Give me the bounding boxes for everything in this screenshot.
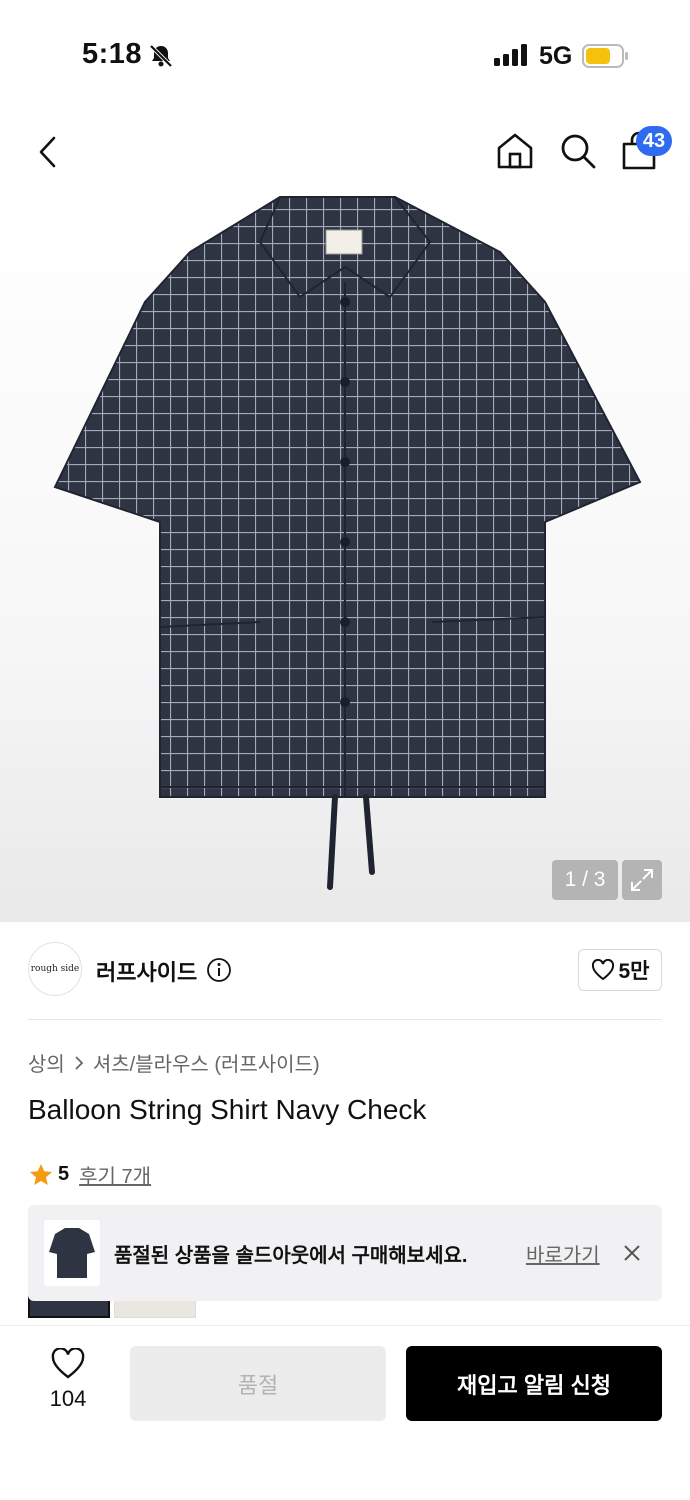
soldout-banner-link[interactable]: 바로가기 bbox=[526, 1239, 600, 1268]
chevron-left-icon bbox=[39, 136, 56, 168]
product-title: Balloon String Shirt Navy Check bbox=[28, 1094, 427, 1125]
bell-muted-icon bbox=[149, 44, 173, 68]
product-image bbox=[53, 196, 642, 890]
signal-icon bbox=[494, 44, 527, 66]
status-time: 5:18 bbox=[82, 38, 143, 70]
restock-alert-button[interactable]: 재입고 알림 신청 bbox=[406, 1346, 662, 1421]
chevron-right-icon bbox=[75, 1055, 84, 1070]
nav-bar bbox=[0, 112, 690, 192]
expand-button[interactable] bbox=[622, 860, 662, 900]
brand-like-button[interactable]: 5만 bbox=[578, 949, 662, 991]
cart-count-badge: 43 bbox=[636, 126, 672, 156]
brand-like-count: 5만 bbox=[618, 960, 650, 983]
heart-icon bbox=[591, 959, 614, 981]
battery-icon bbox=[582, 44, 628, 68]
product-image-carousel[interactable]: 1 / 3 bbox=[0, 192, 690, 922]
rating-score: 5 bbox=[58, 1163, 70, 1185]
home-icon bbox=[497, 133, 533, 169]
brand-logo[interactable]: rough side bbox=[28, 942, 82, 996]
rating-row: 5 후기 7개 bbox=[28, 1160, 151, 1189]
wishlist-button[interactable]: 104 bbox=[40, 1348, 96, 1418]
soldout-button: 품절 bbox=[130, 1346, 386, 1421]
breadcrumb-category[interactable]: 상의 bbox=[28, 1048, 65, 1077]
status-bar: 5:18 5G bbox=[0, 0, 690, 112]
bottom-action-bar: 104 품절 재입고 알림 신청 bbox=[0, 1325, 690, 1500]
star-icon bbox=[30, 1163, 52, 1185]
banner-product-thumbnail bbox=[44, 1220, 100, 1286]
soldout-banner-message: 품절된 상품을 솔드아웃에서 구매해보세요. bbox=[114, 1245, 468, 1267]
heart-icon bbox=[51, 1348, 85, 1379]
brand-logo-text: rough side bbox=[30, 964, 80, 974]
soldout-banner: 품절된 상품을 솔드아웃에서 구매해보세요. 바로가기 bbox=[28, 1205, 662, 1301]
reviews-link[interactable]: 후기 7개 bbox=[79, 1160, 151, 1189]
image-pager: 1 / 3 bbox=[552, 860, 618, 900]
expand-icon bbox=[631, 869, 653, 891]
brand-name[interactable]: 러프사이드 bbox=[96, 955, 197, 987]
back-button[interactable] bbox=[28, 130, 68, 174]
search-icon bbox=[561, 134, 596, 169]
close-icon[interactable] bbox=[620, 1241, 644, 1265]
home-button[interactable] bbox=[492, 128, 538, 174]
breadcrumb: 상의 셔츠/블라우스 (러프사이드) bbox=[28, 1048, 320, 1077]
search-button[interactable] bbox=[555, 128, 601, 174]
info-icon[interactable] bbox=[206, 957, 232, 983]
brand-row: rough side 러프사이드 5만 bbox=[28, 942, 662, 1000]
divider bbox=[28, 1019, 662, 1020]
breadcrumb-subcategory[interactable]: 셔츠/블라우스 (러프사이드) bbox=[93, 1048, 320, 1077]
network-type: 5G bbox=[539, 42, 573, 70]
wishlist-count: 104 bbox=[49, 1386, 87, 1411]
